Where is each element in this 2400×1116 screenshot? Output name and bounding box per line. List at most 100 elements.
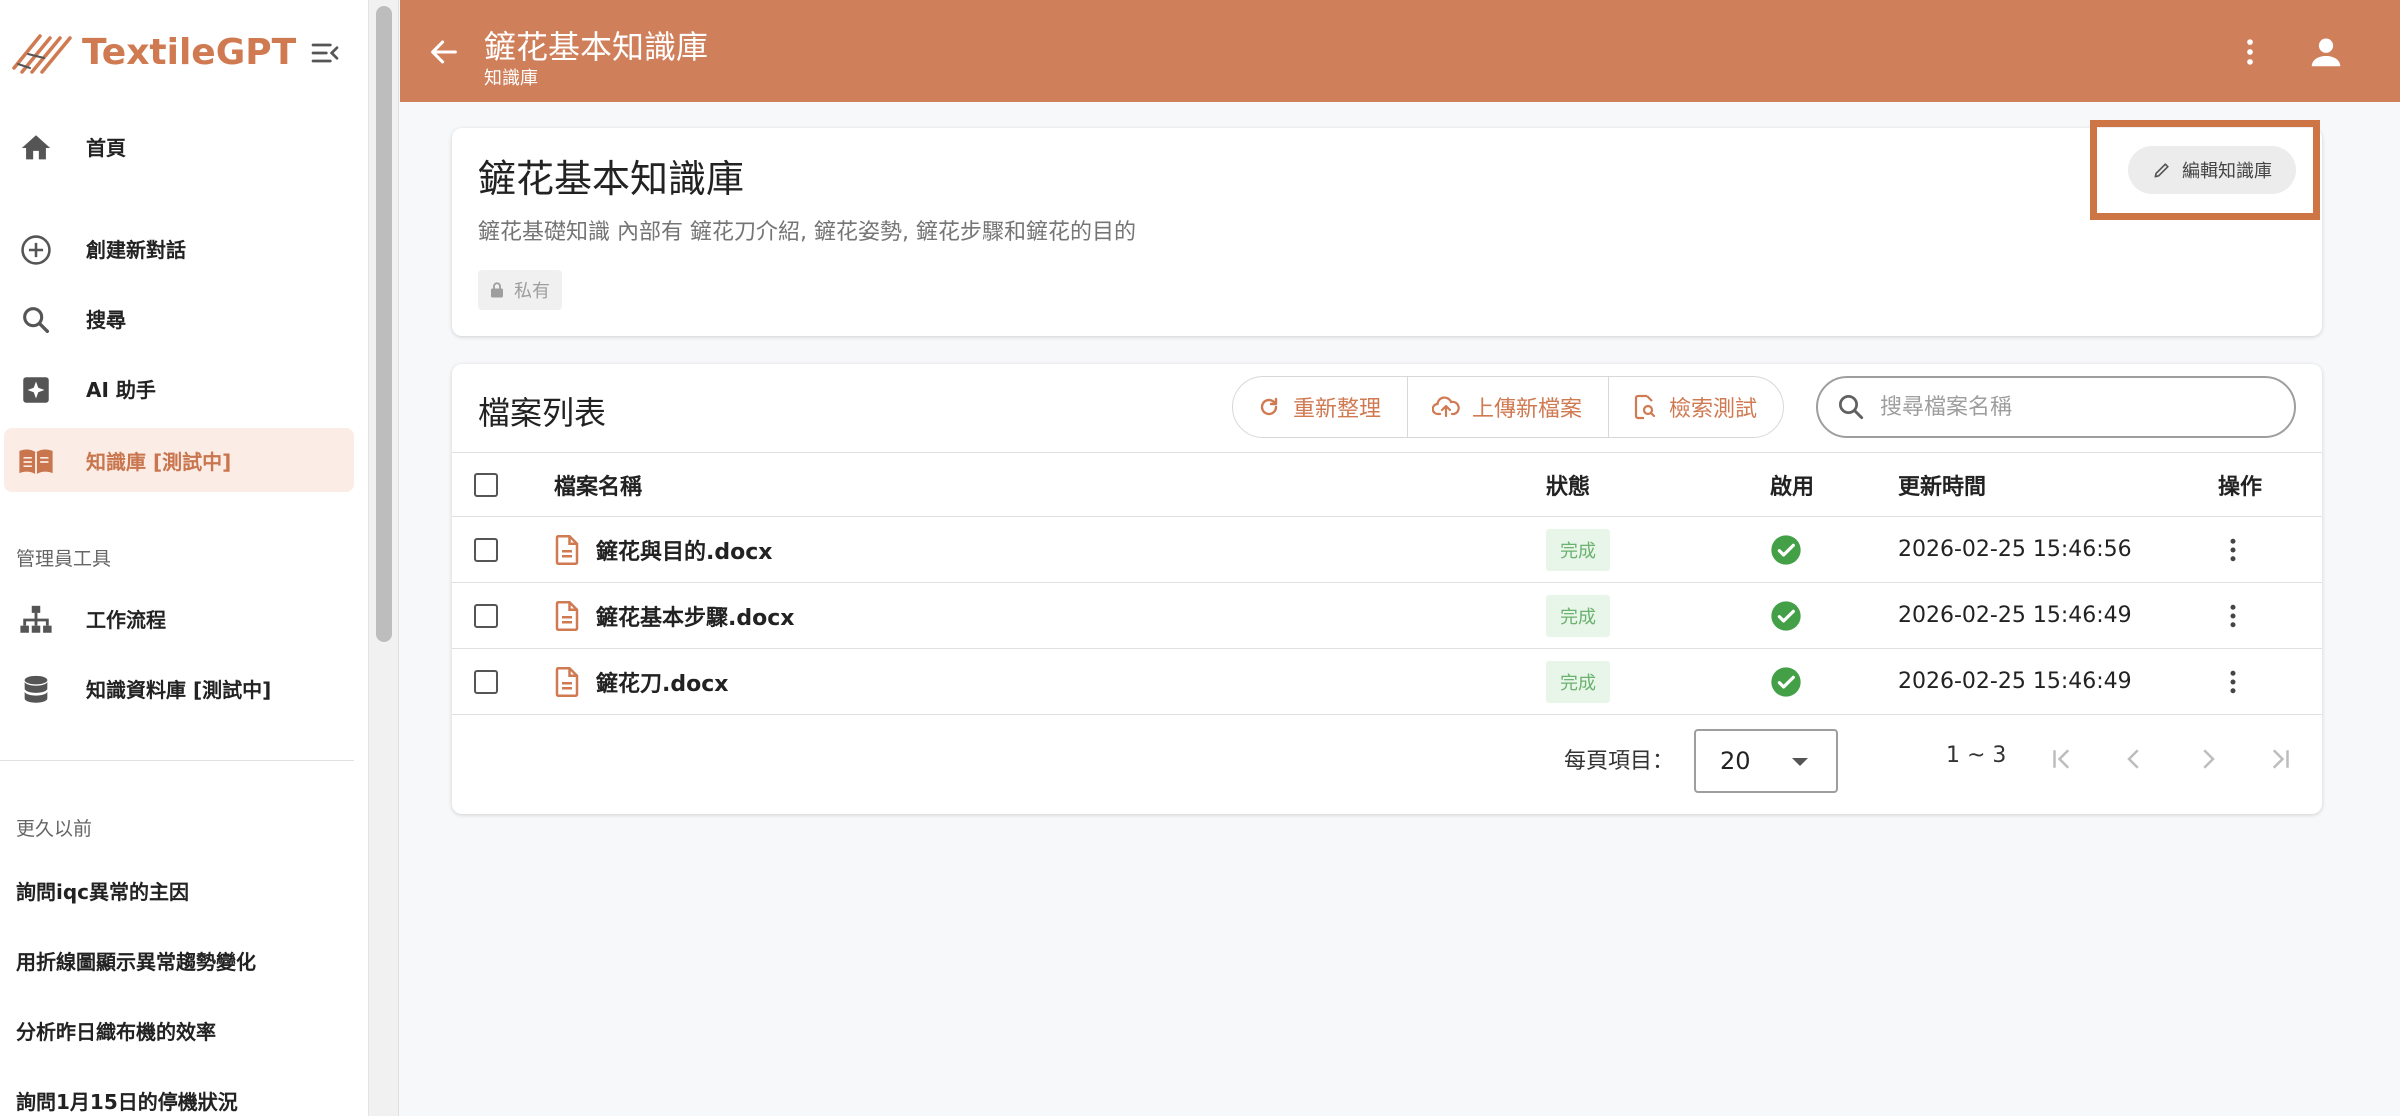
status-badge: 完成 — [1546, 528, 1610, 571]
more-menu-button[interactable] — [2228, 30, 2272, 74]
column-header-enabled[interactable]: 啟用 — [1770, 453, 1814, 516]
document-icon — [554, 534, 580, 565]
refresh-icon — [1257, 395, 1281, 419]
per-page-label: 每頁項目： — [1564, 749, 1675, 774]
document-icon — [554, 666, 580, 697]
kb-description: 鏟花基礎知識 內部有 鏟花刀介紹, 鏟花姿勢, 鏟花步驟和鏟花的目的 — [478, 220, 1136, 245]
sidebar-scrollbar-thumb[interactable] — [376, 6, 392, 642]
file-name[interactable]: 鏟花基本步驟.docx — [596, 600, 794, 632]
sidebar-item-ai-assistant[interactable]: AI 助手 — [4, 356, 354, 420]
check-circle-icon[interactable] — [1770, 600, 1802, 632]
row-checkbox[interactable] — [474, 603, 498, 628]
pagination: 每頁項目： 20 1 ~ 3 — [452, 714, 2322, 804]
sparkle-icon — [18, 372, 54, 408]
previous-page-button[interactable] — [2114, 739, 2154, 779]
history-item[interactable]: 用折線圖顯示異常趨勢變化 — [16, 946, 256, 975]
kb-title: 鏟花基本知識庫 — [478, 157, 745, 201]
edit-button-label: 編輯知識庫 — [2182, 161, 2272, 182]
select-all-checkbox[interactable] — [474, 472, 498, 497]
edit-knowledge-base-button[interactable]: 編輯知識庫 — [2128, 146, 2296, 194]
file-name[interactable]: 鏟花刀.docx — [596, 666, 728, 698]
status-badge: 完成 — [1546, 594, 1610, 637]
table-row[interactable]: 鏟花基本步驟.docx 完成 2026-02-25 15:46:49 — [452, 582, 2322, 648]
sitemap-icon — [18, 602, 54, 638]
sidebar-item-new-chat[interactable]: 創建新對話 — [4, 216, 354, 280]
sidebar: TextileGPT 首頁 創建新對話 搜尋 AI 助手 知識庫 [測試中] 管… — [0, 0, 369, 1116]
document-icon — [554, 600, 580, 631]
knowledge-base-info-card: 鏟花基本知識庫 鏟花基礎知識 內部有 鏟花刀介紹, 鏟花姿勢, 鏟花步驟和鏟花的… — [452, 128, 2322, 336]
sidebar-item-search[interactable]: 搜尋 — [4, 286, 354, 350]
row-checkbox[interactable] — [474, 537, 498, 562]
chevron-right-icon — [2203, 749, 2215, 769]
sidebar-item-label: 搜尋 — [86, 307, 126, 332]
app-name: TextileGPT — [82, 31, 297, 73]
upload-label: 上傳新檔案 — [1472, 397, 1583, 422]
check-circle-icon[interactable] — [1770, 534, 1802, 566]
file-search-input[interactable] — [1880, 394, 2260, 420]
more-vertical-icon — [2247, 39, 2253, 65]
row-checkbox[interactable] — [474, 669, 498, 694]
more-vertical-icon[interactable] — [2218, 535, 2248, 565]
more-vertical-icon[interactable] — [2218, 601, 2248, 631]
lock-icon — [488, 281, 506, 299]
sidebar-item-knowledge-database[interactable]: 知識資料庫 [測試中] — [4, 656, 354, 720]
user-icon — [2311, 38, 2341, 67]
retrieval-test-label: 檢索測試 — [1669, 397, 1758, 422]
app-logo[interactable]: TextileGPT — [10, 26, 296, 78]
page-title: 鏟花基本知識庫 — [484, 28, 709, 66]
column-header-name[interactable]: 檔案名稱 — [554, 453, 642, 516]
sidebar-item-knowledge-base[interactable]: 知識庫 [測試中] — [4, 428, 354, 492]
file-search-box[interactable] — [1816, 376, 2296, 438]
check-circle-icon[interactable] — [1770, 666, 1802, 698]
table-row[interactable]: 鏟花刀.docx 完成 2026-02-25 15:46:49 — [452, 648, 2322, 714]
admin-section-label: 管理員工具 — [16, 548, 112, 570]
file-list-card: 檔案列表 重新整理 上傳新檔案 檢索測試 檔案名稱 狀態 — [452, 364, 2322, 814]
pencil-icon — [2152, 160, 2172, 180]
retrieval-test-button[interactable]: 檢索測試 — [1609, 377, 1783, 437]
history-section-label: 更久以前 — [16, 818, 93, 840]
history-item[interactable]: 詢問1月15日的停機狀況 — [16, 1086, 238, 1115]
search-icon — [1839, 395, 1864, 420]
sidebar-item-label: 知識資料庫 [測試中] — [86, 677, 272, 702]
page-range: 1 ~ 3 — [1946, 743, 2007, 768]
database-icon — [18, 672, 54, 708]
menu-collapse-icon — [311, 43, 339, 63]
collapse-sidebar-button[interactable] — [306, 34, 344, 72]
visibility-badge: 私有 — [478, 270, 562, 310]
search-icon — [18, 302, 54, 338]
table-row[interactable]: 鏟花與目的.docx 完成 2026-02-25 15:46:56 — [452, 516, 2322, 582]
sidebar-divider — [0, 760, 354, 761]
upload-file-button[interactable]: 上傳新檔案 — [1408, 377, 1610, 437]
book-icon — [18, 444, 54, 480]
column-header-status[interactable]: 狀態 — [1546, 453, 1590, 516]
updated-time: 2026-02-25 15:46:49 — [1898, 669, 2132, 694]
file-name[interactable]: 鏟花與目的.docx — [596, 534, 772, 566]
history-item[interactable]: 詢問iqc異常的主因 — [16, 876, 189, 905]
table-header-row: 檔案名稱 狀態 啟用 更新時間 操作 — [452, 452, 2322, 516]
history-item[interactable]: 分析昨日織布機的效率 — [16, 1016, 216, 1045]
cloud-upload-icon — [1432, 395, 1460, 419]
next-page-button[interactable] — [2188, 739, 2228, 779]
sidebar-item-home[interactable]: 首頁 — [4, 114, 354, 178]
column-header-ops: 操作 — [2218, 474, 2263, 500]
sidebar-item-workflow[interactable]: 工作流程 — [4, 586, 354, 650]
user-account-button[interactable] — [2304, 30, 2348, 74]
logo-mark-icon — [12, 34, 72, 74]
column-header-updated[interactable]: 更新時間 — [1898, 453, 1986, 516]
first-page-icon — [2053, 749, 2070, 769]
first-page-button[interactable] — [2042, 739, 2082, 779]
document-search-icon — [1633, 394, 1657, 420]
sidebar-item-label: 首頁 — [86, 135, 126, 160]
per-page-value: 20 — [1720, 747, 1751, 775]
home-icon — [18, 130, 54, 166]
more-vertical-icon[interactable] — [2218, 667, 2248, 697]
last-page-icon — [2272, 749, 2289, 769]
last-page-button[interactable] — [2260, 739, 2300, 779]
refresh-button[interactable]: 重新整理 — [1233, 377, 1409, 437]
sidebar-item-label: 創建新對話 — [86, 237, 186, 262]
per-page-select[interactable]: 20 — [1694, 729, 1838, 793]
updated-time: 2026-02-25 15:46:49 — [1898, 603, 2132, 628]
sidebar-item-label: 工作流程 — [86, 607, 166, 632]
file-actions-group: 重新整理 上傳新檔案 檢索測試 — [1232, 376, 1785, 438]
back-button[interactable] — [422, 30, 466, 74]
